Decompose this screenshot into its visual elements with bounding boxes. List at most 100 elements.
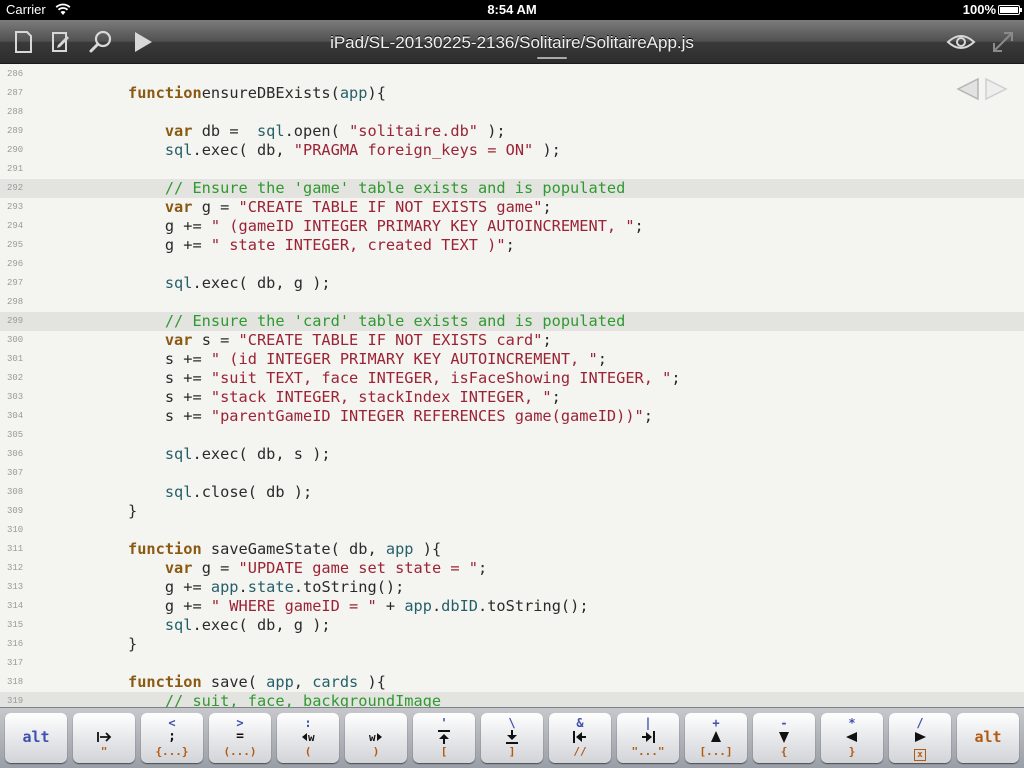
line-code[interactable]: var db = sql.open( "solitaire.db" ); — [128, 122, 506, 141]
accessory-key[interactable]: / x — [889, 713, 951, 763]
code-token: cards — [312, 673, 359, 691]
code-token: "CREATE TABLE IF NOT EXISTS card" — [238, 331, 543, 349]
line-code[interactable]: sql.exec( db, "PRAGMA foreign_keys = ON"… — [128, 141, 561, 160]
code-line[interactable]: 300 var s = "CREATE TABLE IF NOT EXISTS … — [0, 331, 1024, 350]
code-line[interactable]: 291 — [0, 160, 1024, 179]
line-code[interactable]: } — [128, 635, 137, 654]
accessory-key[interactable]: & // — [549, 713, 611, 763]
code-line[interactable]: 288 — [0, 103, 1024, 122]
line-number: 304 — [7, 411, 24, 421]
line-code[interactable]: // Ensure the 'card' table exists and is… — [128, 312, 625, 331]
code-line[interactable]: 301 s += " (id INTEGER PRIMARY KEY AUTOI… — [0, 350, 1024, 369]
code-line[interactable]: 319 // suit, face, backgroundImage — [0, 692, 1024, 707]
code-line[interactable]: 294 g += " (gameID INTEGER PRIMARY KEY A… — [0, 217, 1024, 236]
preview-eye-icon[interactable] — [946, 29, 976, 55]
accessory-key[interactable]: \] — [481, 713, 543, 763]
accessory-key[interactable]: -{ — [753, 713, 815, 763]
line-code[interactable]: g += " (gameID INTEGER PRIMARY KEY AUTOI… — [128, 217, 644, 236]
line-code[interactable]: function saveGameState( db, app ){ — [128, 540, 441, 559]
line-code[interactable]: sql.close( db ); — [128, 483, 312, 502]
code-line[interactable]: 316} — [0, 635, 1024, 654]
code-line[interactable]: 318 function save( app, cards ){ — [0, 673, 1024, 692]
code-line[interactable]: 309} — [0, 502, 1024, 521]
code-line[interactable]: 286 — [0, 65, 1024, 84]
accessory-key[interactable]: : w( — [277, 713, 339, 763]
code-line[interactable]: 297 sql.exec( db, g ); — [0, 274, 1024, 293]
accessory-key[interactable]: *} — [821, 713, 883, 763]
accessory-key[interactable]: '[ — [413, 713, 475, 763]
code-line[interactable]: 290 sql.exec( db, "PRAGMA foreign_keys =… — [0, 141, 1024, 160]
accessory-key[interactable]: w) — [345, 713, 407, 763]
accessory-key[interactable]: > = (...) — [209, 713, 271, 763]
code-line[interactable]: 305 — [0, 426, 1024, 445]
key-top-label: < — [168, 716, 176, 730]
line-code[interactable]: g += app.state.toString(); — [128, 578, 405, 597]
line-code[interactable]: g += " WHERE gameID = " + app.dbID.toStr… — [128, 597, 589, 616]
code-line[interactable]: 307 — [0, 464, 1024, 483]
code-editor[interactable]: 286 287 functionensureDBExists(app){288 289… — [0, 65, 1024, 707]
status-bar: Carrier 8:54 AM 100% — [0, 0, 1024, 20]
line-code[interactable]: functionensureDBExists(app){ — [128, 84, 386, 103]
line-code[interactable]: // Ensure the 'game' table exists and is… — [128, 179, 625, 198]
accessory-key[interactable]: <; {...} — [141, 713, 203, 763]
accessory-key[interactable]: " — [73, 713, 135, 763]
key-top-label: > — [236, 716, 244, 730]
keyboard-accessory-bar: alt " <; {...} > = (...): w(w) '[\] &//| "..." + [..… — [0, 707, 1024, 768]
code-line[interactable]: 302 s += "suit TEXT, face INTEGER, isFac… — [0, 369, 1024, 388]
line-code[interactable]: s += "parentGameID INTEGER REFERENCES ga… — [128, 407, 653, 426]
line-code[interactable]: s += "suit TEXT, face INTEGER, isFaceSho… — [128, 369, 681, 388]
code-line[interactable]: 306 sql.exec( db, s ); — [0, 445, 1024, 464]
line-code[interactable]: g += " state INTEGER, created TEXT )"; — [128, 236, 515, 255]
line-code[interactable]: s += " (id INTEGER PRIMARY KEY AUTOINCRE… — [128, 350, 607, 369]
arrow-left-icon — [821, 729, 883, 745]
code-token: + — [376, 597, 405, 615]
key-top-label: * — [848, 716, 856, 730]
line-code[interactable]: } — [128, 502, 137, 521]
line-code[interactable]: s += "stack INTEGER, stackIndex INTEGER,… — [128, 388, 561, 407]
line-code[interactable]: // suit, face, backgroundImage — [128, 692, 441, 707]
line-number: 319 — [7, 696, 24, 706]
code-line[interactable]: 295 g += " state INTEGER, created TEXT )… — [0, 236, 1024, 255]
line-number: 291 — [7, 164, 24, 174]
code-line[interactable]: 308 sql.close( db ); — [0, 483, 1024, 502]
alt-key[interactable]: alt — [5, 713, 67, 763]
code-line[interactable]: 312 var g = "UPDATE game set state = "; — [0, 559, 1024, 578]
code-token: app — [266, 673, 294, 691]
code-line[interactable]: 304 s += "parentGameID INTEGER REFERENCE… — [0, 407, 1024, 426]
line-code[interactable]: var s = "CREATE TABLE IF NOT EXISTS card… — [128, 331, 552, 350]
code-line[interactable]: 317 — [0, 654, 1024, 673]
line-code[interactable]: sql.exec( db, s ); — [128, 445, 331, 464]
code-line[interactable]: 310 — [0, 521, 1024, 540]
code-line[interactable]: 292 // Ensure the 'game' table exists an… — [0, 179, 1024, 198]
fullscreen-icon[interactable] — [990, 29, 1016, 55]
line-code[interactable]: sql.exec( db, g ); — [128, 616, 331, 635]
alt-key[interactable]: alt — [957, 713, 1019, 763]
code-line[interactable]: 298 — [0, 293, 1024, 312]
arrow-right-icon — [889, 729, 951, 745]
code-line[interactable]: 293 var g = "CREATE TABLE IF NOT EXISTS … — [0, 198, 1024, 217]
code-line[interactable]: 299 // Ensure the 'card' table exists an… — [0, 312, 1024, 331]
code-line[interactable]: 287 functionensureDBExists(app){ — [0, 84, 1024, 103]
code-line[interactable]: 313 g += app.state.toString(); — [0, 578, 1024, 597]
code-line[interactable]: 296 — [0, 255, 1024, 274]
line-number: 312 — [7, 563, 24, 573]
toolbar-grip[interactable] — [537, 57, 567, 59]
code-line[interactable]: 303 s += "stack INTEGER, stackIndex INTE… — [0, 388, 1024, 407]
back-arrow-icon[interactable] — [956, 77, 979, 101]
accessory-key[interactable]: | "..." — [617, 713, 679, 763]
line-code[interactable]: function save( app, cards ){ — [128, 673, 386, 692]
forward-arrow-icon[interactable] — [985, 77, 1008, 101]
line-code[interactable]: sql.exec( db, g ); — [128, 274, 331, 293]
code-line[interactable]: 314 g += " WHERE gameID = " + app.dbID.t… — [0, 597, 1024, 616]
code-line[interactable]: 311 function saveGameState( db, app ){ — [0, 540, 1024, 559]
code-line[interactable]: 289 var db = sql.open( "solitaire.db" ); — [0, 122, 1024, 141]
line-code[interactable]: var g = "UPDATE game set state = "; — [128, 559, 487, 578]
line-code[interactable]: var g = "CREATE TABLE IF NOT EXISTS game… — [128, 198, 552, 217]
arrow-down-icon — [753, 729, 815, 745]
accessory-key[interactable]: + [...] — [685, 713, 747, 763]
code-line[interactable]: 315 sql.exec( db, g ); — [0, 616, 1024, 635]
line-number: 290 — [7, 145, 24, 155]
code-token: function — [128, 84, 202, 102]
